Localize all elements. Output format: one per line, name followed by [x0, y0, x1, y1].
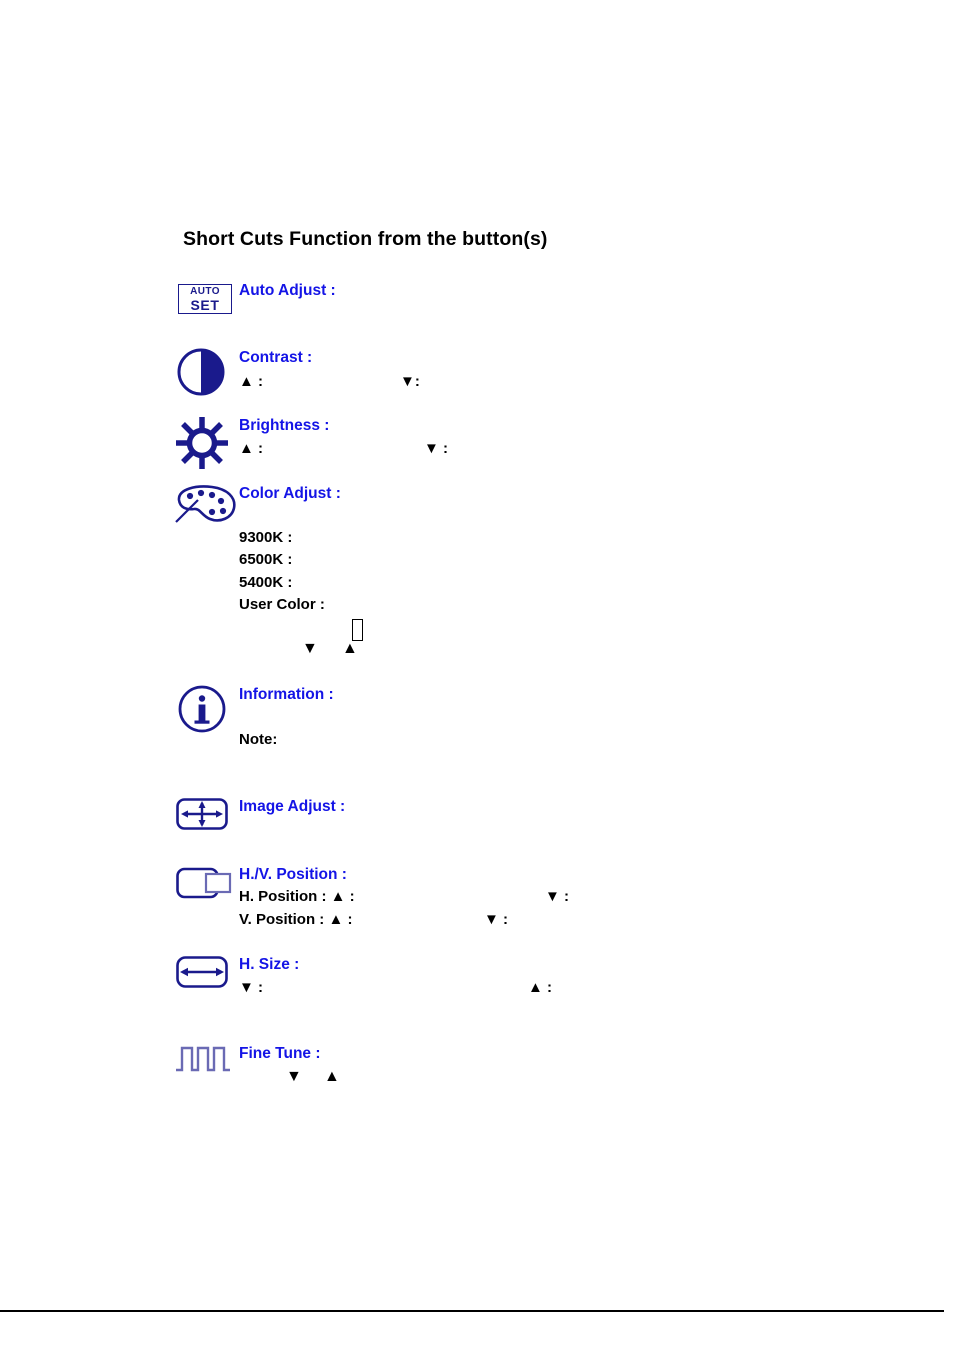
contrast-up-arrow: ▲ :	[239, 373, 264, 390]
h-size-up-arrow: ▲ :	[528, 979, 553, 996]
color-palette-icon	[174, 484, 238, 526]
auto-set-button-icon[interactable]: AUTO SET	[178, 284, 232, 314]
v-position-down: ▼ :	[484, 911, 509, 928]
fine-tune-label: Fine Tune :	[239, 1045, 321, 1062]
information-label: Information :	[239, 686, 334, 703]
h-size-icon	[176, 956, 228, 988]
auto-adjust-label: Auto Adjust :	[239, 282, 336, 299]
contrast-icon	[177, 348, 227, 396]
h-size-label: H. Size :	[239, 956, 300, 973]
h-position-up: H. Position : ▲ :	[239, 888, 355, 905]
color-option-5400k[interactable]: 5400K :	[239, 574, 292, 591]
image-adjust-label: Image Adjust :	[239, 798, 346, 815]
missing-glyph-box	[352, 619, 363, 641]
fine-tune-up-arrow: ▲	[324, 1068, 340, 1085]
color-option-user-color[interactable]: User Color :	[239, 596, 325, 613]
fine-tune-icon	[175, 1046, 231, 1072]
color-option-9300k[interactable]: 9300K :	[239, 529, 292, 546]
brightness-sun-icon	[173, 416, 231, 470]
image-adjust-icon	[176, 798, 228, 830]
fine-tune-down-arrow: ▼	[286, 1068, 302, 1085]
color-adjust-label: Color Adjust :	[239, 485, 341, 502]
v-position-up: V. Position : ▲ :	[239, 911, 353, 928]
information-note: Note:	[239, 731, 278, 748]
brightness-down-arrow: ▼ :	[424, 440, 449, 457]
color-adjust-down-arrow: ▼	[302, 640, 318, 657]
color-option-6500k[interactable]: 6500K :	[239, 551, 292, 568]
page-title: Short Cuts Function from the button(s)	[183, 228, 548, 250]
footer-divider	[0, 1310, 944, 1312]
contrast-down-arrow: ▼:	[400, 373, 420, 390]
hv-position-icon	[176, 866, 232, 902]
h-size-down-arrow: ▼ :	[239, 979, 264, 996]
brightness-label: Brightness :	[239, 417, 330, 434]
document-page: Short Cuts Function from the button(s) A…	[0, 0, 954, 1351]
color-adjust-up-arrow: ▲	[342, 640, 358, 657]
brightness-up-arrow: ▲ :	[239, 440, 264, 457]
h-position-down: ▼ :	[545, 888, 570, 905]
information-icon	[177, 684, 227, 734]
autoset-line2: SET	[190, 296, 220, 313]
contrast-label: Contrast :	[239, 349, 313, 366]
autoset-line1: AUTO	[190, 285, 220, 297]
hv-position-label: H./V. Position :	[239, 866, 347, 883]
